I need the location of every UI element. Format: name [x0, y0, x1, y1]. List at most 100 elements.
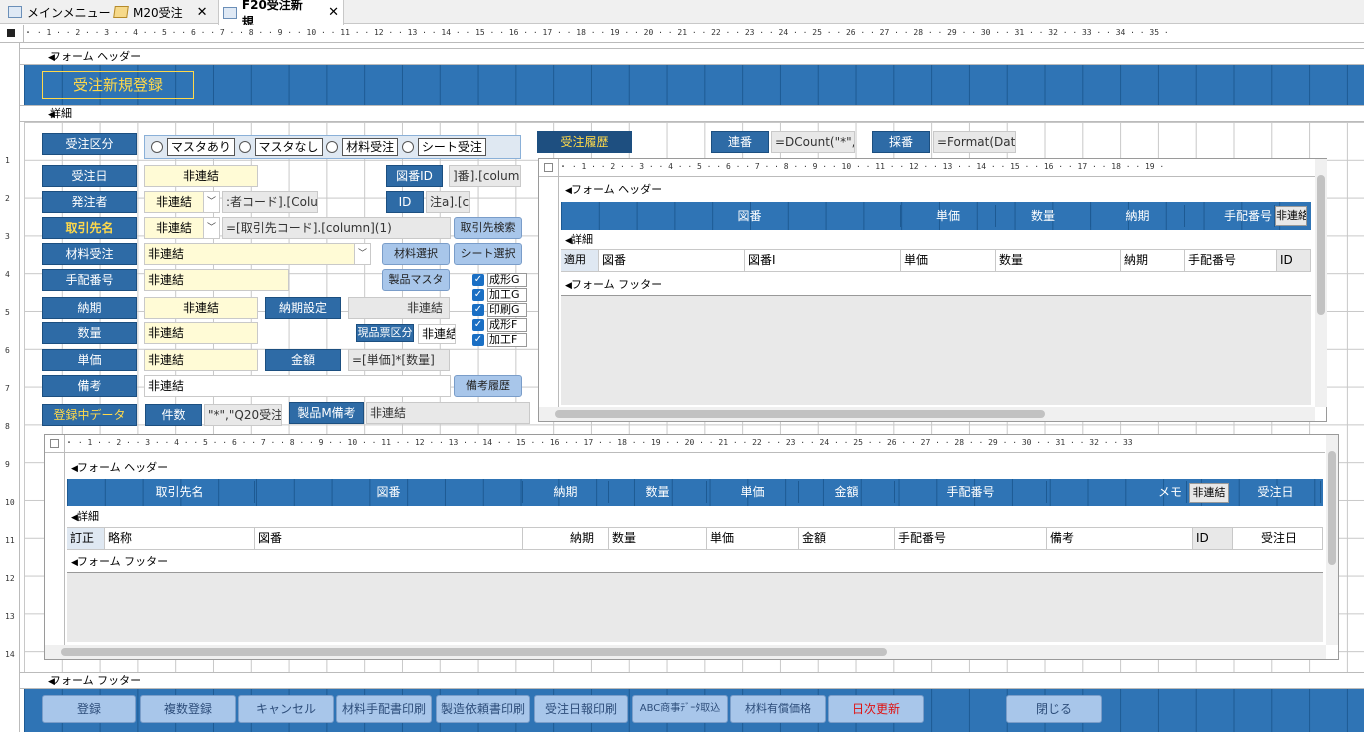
apply-button[interactable]: 適用	[561, 250, 599, 272]
registered-data-subform[interactable]: ・ · 1 · · 2 · · 3 · · 4 · · 5 · · 6 · · …	[44, 434, 1339, 660]
abc-data-import-button[interactable]: ABC商事ﾃﾞｰﾀ取込	[632, 695, 728, 723]
chevron-down-icon[interactable]: ﹀	[203, 192, 219, 212]
sub1-header-section-bar[interactable]: ◀ フォーム ヘッダー	[559, 182, 1311, 199]
select-form-box[interactable]	[7, 29, 15, 37]
sub2-vertical-scrollbar[interactable]	[1326, 435, 1338, 645]
unit-price-field[interactable]: 非連結	[144, 349, 258, 371]
order-type-option-group[interactable]: マスタあり マスタなし 材料受注 シート受注	[144, 135, 521, 159]
table-cell[interactable]: 図番	[255, 528, 523, 550]
remarks-history-button[interactable]: 備考履歴	[454, 375, 522, 397]
serial-field[interactable]: =DCount("*",	[771, 131, 855, 153]
radio-material[interactable]	[326, 141, 339, 153]
header-unbound-field[interactable]: 非連結	[1189, 483, 1229, 503]
manufacture-request-print-button[interactable]: 製造依頼書印刷	[436, 695, 530, 723]
sub2-detail-section-bar[interactable]: ◀ 詳細	[65, 509, 1323, 526]
table-cell[interactable]: 受注日	[1233, 528, 1323, 550]
radio-sheet[interactable]	[402, 141, 415, 153]
table-cell[interactable]: 略称	[105, 528, 255, 550]
section-arrow-icon: ◀	[565, 236, 572, 246]
order-history-subform[interactable]: ・ · 1 · · 2 · · 3 · · 4 · · 5 · · 6 · · …	[538, 158, 1327, 422]
form-footer-section-bar[interactable]: ◀ フォーム フッター	[20, 672, 1364, 689]
orderer-combo[interactable]: 非連結 ﹀	[144, 191, 220, 213]
sub1-footer-section-bar[interactable]: ◀ フォーム フッター	[559, 277, 1311, 294]
table-cell[interactable]: 手配番号	[895, 528, 1047, 550]
sub1-detail-section-bar[interactable]: ◀ 詳細	[559, 232, 1311, 249]
table-cell[interactable]: 図番I	[745, 250, 901, 272]
register-button[interactable]: 登録	[42, 695, 136, 723]
cancel-button[interactable]: キャンセル	[238, 695, 334, 723]
form-header-section-bar[interactable]: ◀ フォーム ヘッダー	[20, 48, 1364, 65]
tab-f20[interactable]: F20受注新規 ✕	[218, 0, 344, 29]
product-remarks-field[interactable]: 非連結	[366, 402, 530, 424]
client-code-field[interactable]: =[取引先コード].[column](1)	[222, 217, 451, 239]
table-cell[interactable]: ID	[1277, 250, 1311, 272]
checkbox-kakou-g[interactable]: ✓	[472, 288, 484, 301]
table-cell[interactable]: 納期	[523, 528, 609, 550]
scrollbar-thumb[interactable]	[555, 410, 1045, 418]
table-cell[interactable]: 納期	[1121, 250, 1185, 272]
order-date-field[interactable]: 非連結	[144, 165, 258, 187]
table-cell[interactable]: 単価	[901, 250, 996, 272]
scrollbar-thumb[interactable]	[1317, 175, 1325, 315]
sub2-header-section-bar[interactable]: ◀ フォーム ヘッダー	[65, 460, 1323, 477]
scrollbar-thumb[interactable]	[61, 648, 887, 656]
product-master-button[interactable]: 製品マスタ	[382, 269, 450, 291]
detail-section-bar[interactable]: ◀ 詳細	[20, 105, 1364, 122]
remarks-field[interactable]: 非連結	[144, 375, 451, 397]
client-combo[interactable]: 非連結 ﹀	[144, 217, 220, 239]
checkbox-insatsu-g[interactable]: ✓	[472, 303, 484, 316]
section-label: フォーム ヘッダー	[50, 50, 142, 63]
chevron-down-icon[interactable]: ﹀	[203, 218, 219, 238]
table-cell[interactable]: ID	[1193, 528, 1233, 550]
sub2-footer-section-bar[interactable]: ◀ フォーム フッター	[65, 554, 1323, 571]
tab-main-menu[interactable]: メインメニュー	[4, 0, 115, 24]
sub1-vertical-scrollbar[interactable]	[1315, 159, 1327, 407]
saiban-field[interactable]: =Format(Dat	[933, 131, 1016, 153]
material-combo[interactable]: 非連結 ﹀	[144, 243, 371, 265]
correct-button[interactable]: 訂正	[67, 528, 105, 550]
table-cell[interactable]: 数量	[996, 250, 1121, 272]
drawing-id-field[interactable]: ]番].[columr	[449, 165, 521, 187]
count-field[interactable]: "*","Q20受注	[204, 404, 282, 426]
genpin-label: 現品票区分	[356, 324, 414, 342]
table-cell[interactable]: 備考	[1047, 528, 1193, 550]
checkbox-seikei-f[interactable]: ✓	[472, 318, 484, 331]
orderer-code-field[interactable]: :者コード].[Colur	[222, 191, 318, 213]
id-field[interactable]: 注a].[cc	[426, 191, 470, 213]
table-cell[interactable]: 数量	[609, 528, 707, 550]
arrange-number-field[interactable]: 非連結	[144, 269, 289, 291]
multi-register-button[interactable]: 複数登録	[140, 695, 236, 723]
daily-update-button[interactable]: 日次更新	[828, 695, 924, 723]
client-search-button[interactable]: 取引先検索	[454, 217, 522, 239]
daily-report-print-button[interactable]: 受注日報印刷	[534, 695, 628, 723]
chevron-down-icon[interactable]: ﹀	[354, 244, 370, 264]
close-icon[interactable]: ✕	[328, 5, 339, 20]
amount-field[interactable]: =[単価]*[数量]	[348, 349, 450, 371]
table-cell[interactable]: 図番	[599, 250, 745, 272]
table-cell[interactable]: 金額	[799, 528, 895, 550]
sub1-horizontal-scrollbar[interactable]	[539, 407, 1315, 421]
material-price-button[interactable]: 材料有償価格	[730, 695, 826, 723]
delivery-field[interactable]: 非連結	[144, 297, 258, 319]
table-cell[interactable]: 単価	[707, 528, 799, 550]
radio-master-yes[interactable]	[151, 141, 163, 153]
tab-m20[interactable]: M20受注 ✕	[110, 0, 212, 24]
radio-master-no[interactable]	[238, 141, 251, 153]
close-icon[interactable]: ✕	[197, 5, 208, 20]
checkbox-kakou-f[interactable]: ✓	[472, 333, 484, 346]
subform-select-box[interactable]	[45, 435, 65, 453]
material-select-button[interactable]: 材料選択	[382, 243, 450, 265]
scrollbar-thumb[interactable]	[1328, 451, 1336, 565]
table-cell[interactable]: 手配番号	[1185, 250, 1277, 272]
delivery-set-field[interactable]: 非連結	[348, 297, 450, 319]
subform-select-box[interactable]	[539, 159, 559, 177]
genpin-field[interactable]: 非連結	[418, 324, 456, 344]
material-order-print-button[interactable]: 材料手配書印刷	[336, 695, 432, 723]
sub2-horizontal-scrollbar[interactable]	[45, 645, 1326, 659]
combo-value: 非連結	[155, 221, 192, 235]
close-button[interactable]: 閉じる	[1006, 695, 1102, 723]
header-unbound-field[interactable]: 非連絡	[1275, 206, 1307, 226]
quantity-field[interactable]: 非連結	[144, 322, 258, 344]
sheet-select-button[interactable]: シート選択	[454, 243, 522, 265]
checkbox-seikei-g[interactable]: ✓	[472, 273, 484, 286]
